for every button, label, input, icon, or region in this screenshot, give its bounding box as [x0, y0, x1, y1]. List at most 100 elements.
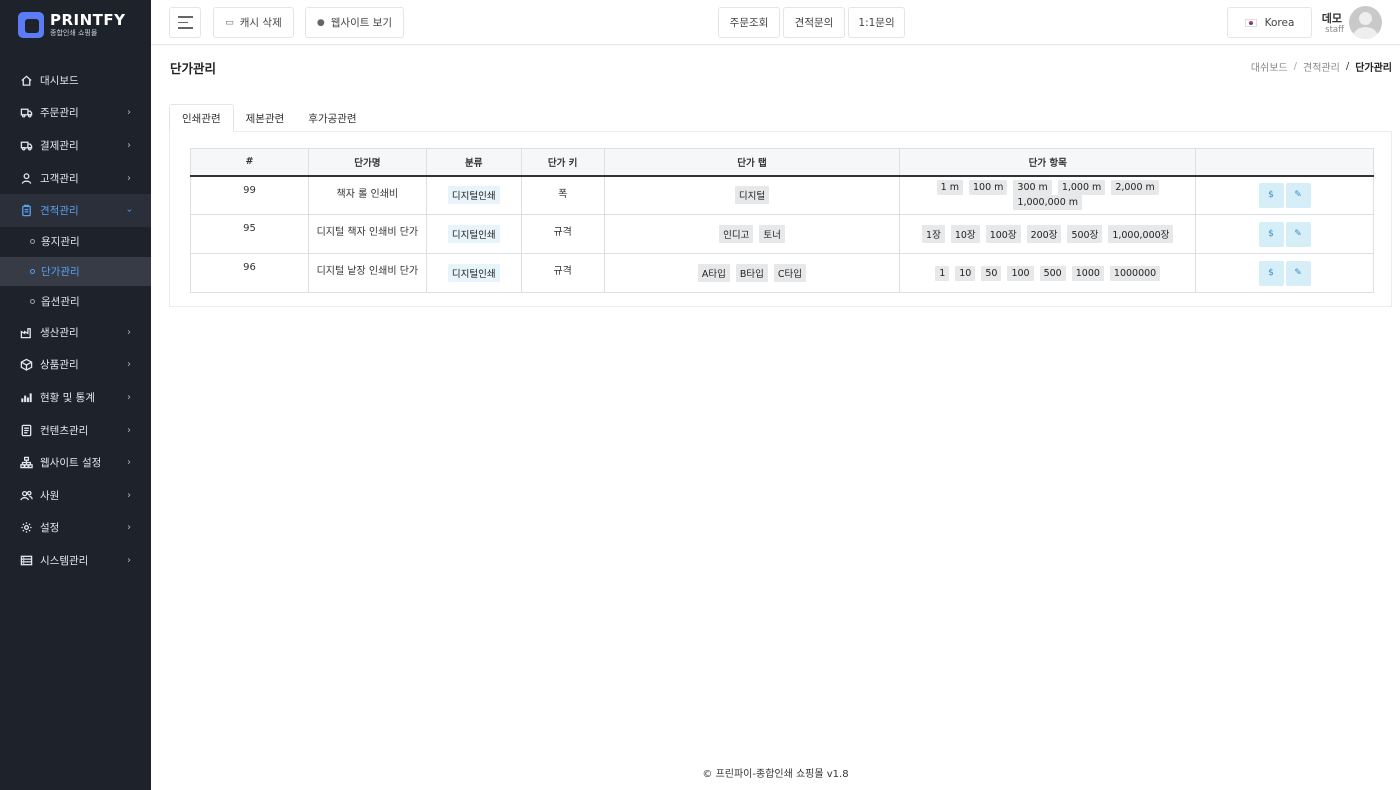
sidebar-item-label: 대시보드	[40, 74, 79, 87]
brand-logo[interactable]: PRINTFY 종합인쇄 쇼핑몰	[0, 0, 151, 50]
chevron-right-icon: ›	[127, 392, 131, 404]
cell-id: 96	[190, 253, 309, 293]
sidebar-item-13[interactable]: 시스템관리 ›	[0, 544, 151, 577]
sidebar-item-5[interactable]: 견적관리 ›	[0, 194, 151, 227]
cell-category: 디지털인쇄	[425, 214, 522, 254]
footer: © 프린파이-종합인쇄 쇼핑몰 v1.8	[702, 769, 849, 780]
sidebar-item-1[interactable]: 대시보드	[0, 64, 151, 97]
dollar-icon: $	[1268, 190, 1274, 201]
price-item-chip: 1	[935, 265, 950, 281]
col-header-key: 단가 키	[520, 148, 605, 177]
table-header-row: # 단가명 분류 단가 키 단가 탭 단가 항목	[190, 148, 1374, 177]
sidebar-item-label: 현황 및 통계	[40, 392, 95, 405]
sidebar-item-label: 고객관리	[40, 172, 79, 185]
col-header-name: 단가명	[307, 148, 427, 177]
cache-clear-button[interactable]: ▭ 캐시 삭제	[213, 7, 294, 38]
sidebar-item-label: 주문관리	[40, 107, 79, 120]
truck-icon	[19, 138, 33, 152]
sidebar-subitem-label: 용지관리	[41, 236, 80, 249]
breadcrumb-quote[interactable]: 견적관리	[1303, 59, 1340, 74]
category-chip: 디지털인쇄	[447, 186, 500, 205]
chevron-right-icon: ›	[127, 522, 131, 534]
document-icon	[19, 423, 33, 437]
price-item-chip: 10장	[950, 225, 980, 243]
sidebar-item-label: 시스템관리	[40, 554, 89, 567]
price-tab-chip: 토너	[759, 225, 785, 243]
price-item-chip: 1000	[1071, 265, 1104, 281]
tab-print[interactable]: 인쇄관련	[169, 104, 234, 132]
chevron-right-icon: ›	[127, 139, 131, 151]
sidebar-subitem-2[interactable]: 단가관리	[0, 256, 151, 287]
drive-icon: ▭	[225, 17, 234, 28]
edit-icon: ✎	[1294, 229, 1302, 239]
price-item-chip: 200장	[1026, 225, 1062, 243]
sidebar-item-11[interactable]: 사원 ›	[0, 479, 151, 512]
sidebar-item-label: 결제관리	[40, 139, 79, 152]
sidebar-subitem-3[interactable]: 옵션관리	[0, 286, 151, 316]
user-icon	[19, 171, 33, 185]
home-icon	[19, 73, 33, 87]
category-chip: 디지털인쇄	[447, 225, 500, 243]
breadcrumb-dashboard[interactable]: 대쉬보드	[1251, 59, 1288, 74]
sidebar-subitem-label: 옵션관리	[41, 295, 80, 308]
price-setting-button[interactable]: $	[1258, 221, 1284, 247]
sidebar-item-6[interactable]: 생산관리 ›	[0, 316, 151, 349]
sidebar-item-8[interactable]: 현황 및 통계 ›	[0, 381, 151, 414]
one-on-one-button[interactable]: 1:1문의	[848, 7, 905, 38]
sidebar-subitem-1[interactable]: 용지관리	[0, 227, 151, 257]
language-select[interactable]: Korea	[1227, 7, 1312, 38]
price-item-chip: 1장	[922, 225, 945, 243]
user-role: staff	[1325, 25, 1344, 35]
price-setting-button[interactable]: $	[1258, 260, 1284, 286]
edit-button[interactable]: ✎	[1285, 260, 1311, 286]
view-website-button[interactable]: ● 웹사이트 보기	[305, 7, 404, 38]
user-name[interactable]: 데모	[1322, 10, 1342, 26]
price-item-chip: 300 m	[1013, 180, 1052, 196]
tab-bar: 인쇄관련 제본관련 후가공관련	[169, 104, 369, 132]
table-row: 96 디지털 낱장 인쇄비 단가 디지털인쇄 규격 A타입 B타입 C타입 1 10 50 100 5…	[190, 253, 1374, 293]
cell-key: 규격	[520, 214, 605, 254]
menu-toggle-button[interactable]	[169, 7, 201, 38]
edit-button[interactable]: ✎	[1285, 182, 1311, 208]
sidebar-item-4[interactable]: 고객관리 ›	[0, 162, 151, 195]
cell-key: 규격	[520, 253, 605, 293]
sidebar-item-3[interactable]: 결제관리 ›	[0, 129, 151, 162]
circle-icon	[30, 239, 35, 245]
price-table: # 단가명 분류 단가 키 단가 탭 단가 항목 99 책자 롤 인쇄비 디지털인쇄…	[190, 148, 1374, 293]
quote-inquiry-label: 견적문의	[794, 17, 834, 29]
sidebar-item-7[interactable]: 상품관리 ›	[0, 349, 151, 382]
hamburger-icon	[177, 14, 193, 31]
cell-tabs: A타입 B타입 C타입	[603, 253, 901, 293]
chevron-right-icon: ›	[127, 457, 131, 469]
sidebar-item-label: 웹사이트 설정	[40, 457, 102, 470]
tab-binding[interactable]: 제본관련	[234, 104, 297, 132]
price-setting-button[interactable]: $	[1258, 182, 1284, 208]
cell-actions: $ ✎	[1195, 253, 1374, 293]
sidebar-item-10[interactable]: 웹사이트 설정 ›	[0, 446, 151, 479]
server-icon	[19, 553, 33, 567]
page-title: 단가관리	[170, 61, 217, 76]
price-item-chip: 100장	[985, 225, 1021, 243]
order-lookup-button[interactable]: 주문조회	[718, 7, 780, 38]
tab-post-processing[interactable]: 후가공관련	[296, 104, 368, 132]
cell-id: 95	[190, 214, 309, 254]
cell-name: 책자 롤 인쇄비	[307, 175, 427, 215]
cell-items: 1 m 100 m 300 m 1,000 m 2,000 m 1,000,000 m	[899, 175, 1197, 215]
dollar-icon: $	[1268, 268, 1274, 278]
quote-inquiry-button[interactable]: 견적문의	[783, 7, 845, 38]
price-item-chip: 100 m	[968, 180, 1008, 196]
avatar[interactable]	[1349, 6, 1382, 39]
breadcrumb-current: 단가관리	[1355, 63, 1392, 74]
sidebar-item-2[interactable]: 주문관리 ›	[0, 97, 151, 130]
cell-name: 디지털 책자 인쇄비 단가	[307, 214, 427, 254]
tab-panel: # 단가명 분류 단가 키 단가 탭 단가 항목 99 책자 롤 인쇄비 디지털인쇄…	[169, 131, 1392, 307]
printfy-logo-icon	[18, 12, 44, 38]
price-tab-chip: 인디고	[719, 225, 754, 243]
sidebar-item-12[interactable]: 설정 ›	[0, 512, 151, 545]
col-header-category: 분류	[425, 148, 522, 177]
cache-clear-label: 캐시 삭제	[239, 17, 282, 29]
cell-id: 99	[190, 175, 309, 215]
sidebar-item-9[interactable]: 컨텐츠관리 ›	[0, 414, 151, 447]
edit-button[interactable]: ✎	[1285, 221, 1311, 247]
sidebar: PRINTFY 종합인쇄 쇼핑몰 대시보드 주문관리 › 결제관리 › 고객관리 › 견적관리…	[0, 0, 151, 790]
